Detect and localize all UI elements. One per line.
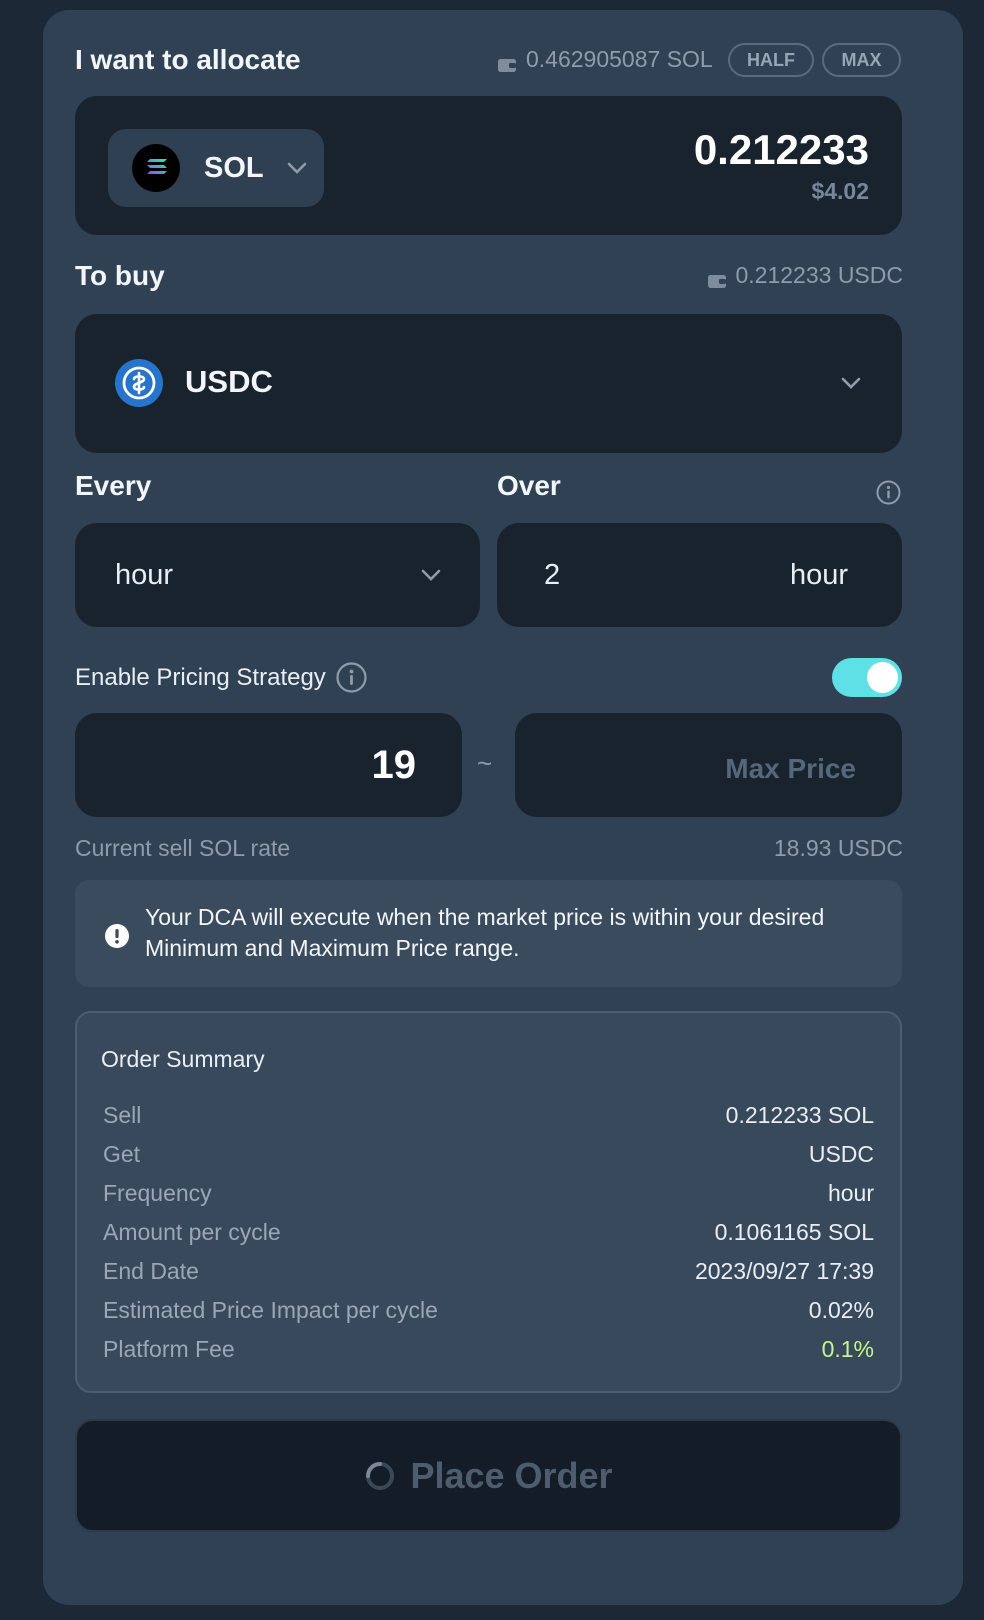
dca-panel: I want to allocate 0.462905087 SOL HALF … — [43, 10, 963, 1605]
order-summary-title: Order Summary — [101, 1046, 265, 1072]
summary-label: Estimated Price Impact per cycle — [103, 1296, 438, 1323]
summary-row-platform-fee: Platform Fee 0.1% — [103, 1329, 874, 1369]
every-select[interactable]: hour — [75, 523, 480, 627]
max-button[interactable]: MAX — [822, 43, 901, 77]
platform-fee-value: 0.1% — [821, 1335, 874, 1362]
info-icon[interactable] — [876, 480, 901, 505]
current-rate-label: Current sell SOL rate — [75, 835, 291, 861]
summary-label: End Date — [103, 1257, 199, 1284]
summary-value: 2023/09/27 17:39 — [694, 1257, 874, 1284]
spinner-icon — [364, 1460, 396, 1492]
min-price-value: 19 — [371, 743, 417, 787]
summary-value: hour — [827, 1179, 874, 1206]
every-select-value: hour — [115, 559, 174, 591]
notice-text: Your DCA will execute when the market pr… — [145, 904, 825, 961]
over-input[interactable]: 2 hour — [497, 523, 902, 627]
token-select-sol-label: SOL — [204, 151, 264, 184]
chevron-down-icon — [286, 161, 308, 175]
buy-balance: 0.212233 USDC — [707, 262, 904, 289]
place-order-button[interactable]: Place Order — [75, 1419, 902, 1532]
token-select-usdc[interactable]: USDC — [75, 314, 902, 453]
usdc-logo-icon — [115, 359, 163, 407]
max-price-placeholder: Max Price — [725, 753, 856, 784]
wallet-icon — [707, 268, 726, 288]
allocate-amount-input[interactable]: 0.212233 — [694, 126, 869, 174]
token-select-sol[interactable]: SOL — [108, 129, 324, 207]
summary-row-frequency: Frequency hour — [103, 1173, 874, 1213]
summary-label: Platform Fee — [103, 1335, 235, 1362]
summary-row-get: Get USDC — [103, 1134, 874, 1174]
allocate-balance-value: 0.462905087 SOL — [526, 46, 713, 72]
pricing-strategy-toggle[interactable] — [832, 658, 902, 697]
place-order-label: Place Order — [410, 1454, 613, 1496]
over-unit: hour — [789, 559, 848, 591]
min-price-input[interactable]: 19 — [75, 713, 462, 817]
price-range-notice: Your DCA will execute when the market pr… — [75, 880, 902, 987]
toggle-knob — [867, 662, 898, 693]
summary-label: Amount per cycle — [103, 1218, 281, 1245]
summary-row-end-date: End Date 2023/09/27 17:39 — [103, 1251, 874, 1291]
summary-label: Sell — [103, 1101, 142, 1128]
token-select-usdc-label: USDC — [185, 364, 273, 399]
summary-row-amount-per-cycle: Amount per cycle 0.1061165 SOL — [103, 1212, 874, 1252]
allocate-balance[interactable]: 0.462905087 SOL — [498, 46, 713, 73]
every-title: Every — [75, 470, 152, 501]
allocate-usd-value: $4.02 — [811, 178, 869, 204]
current-rate-value: 18.93 USDC — [773, 835, 903, 861]
info-icon[interactable] — [336, 662, 367, 693]
half-button[interactable]: HALF — [728, 43, 814, 77]
wallet-icon — [498, 52, 516, 72]
order-summary: Order Summary Sell 0.212233 SOL Get USDC… — [75, 1011, 902, 1393]
price-range-separator: ~ — [477, 748, 493, 778]
summary-value: USDC — [808, 1140, 874, 1167]
over-title: Over — [497, 470, 561, 501]
summary-value: 0.1061165 SOL — [714, 1218, 874, 1245]
over-count[interactable]: 2 — [544, 559, 560, 592]
alert-icon — [105, 924, 129, 948]
buy-balance-value: 0.212233 USDC — [735, 262, 904, 288]
summary-row-price-impact: Estimated Price Impact per cycle 0.02% — [103, 1290, 874, 1330]
summary-row-sell: Sell 0.212233 SOL — [103, 1095, 874, 1135]
summary-label: Get — [103, 1140, 141, 1167]
pricing-strategy-row: Enable Pricing Strategy — [75, 662, 367, 693]
chevron-down-icon — [840, 376, 862, 390]
pricing-strategy-label: Enable Pricing Strategy — [75, 663, 326, 691]
allocate-title: I want to allocate — [75, 44, 301, 75]
summary-value: 0.212233 SOL — [725, 1101, 874, 1128]
allocate-input-box: SOL 0.212233 $4.02 — [75, 96, 902, 235]
sol-logo-icon — [132, 144, 180, 192]
summary-value: 0.02% — [808, 1296, 874, 1323]
chevron-down-icon — [420, 568, 442, 582]
max-price-input[interactable]: Max Price — [515, 713, 902, 817]
summary-label: Frequency — [103, 1179, 212, 1206]
buy-title: To buy — [75, 260, 165, 291]
